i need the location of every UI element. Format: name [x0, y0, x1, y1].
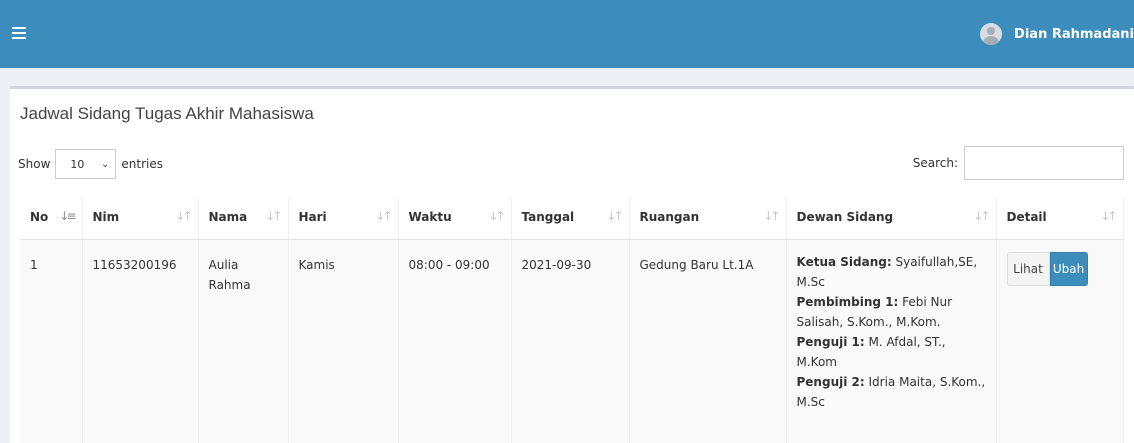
cell-nama: Aulia Rahma	[198, 239, 289, 443]
search-label: Search:	[912, 156, 958, 170]
top-navbar: Dian Rahmadani	[0, 0, 1134, 68]
user-name: Dian Rahmadani	[1014, 26, 1134, 42]
entries-value: 10	[70, 157, 85, 171]
sort-icon: ↓↑	[763, 209, 780, 223]
dewan-entry: Pembimbing 1: Febi Nur Salisah, S.Kom., …	[796, 294, 953, 329]
sort-icon: ↓↑	[1100, 209, 1117, 223]
column-header-waktu[interactable]: Waktu ↓↑	[398, 197, 512, 240]
column-header-dewan-sidang[interactable]: Dewan Sidang ↓↑	[786, 197, 997, 240]
entries-label: entries	[121, 157, 163, 171]
length-control: Show 10 ⌄ entries	[18, 149, 163, 179]
hamburger-icon[interactable]	[12, 27, 26, 39]
dewan-entry: Penguji 2: Idria Maita, S.Kom., M.Sc	[796, 374, 986, 409]
dewan-entry: Penguji 1: M. Afdal, ST., M.Kom	[796, 334, 946, 369]
column-header-hari[interactable]: Hari ↓↑	[288, 197, 399, 240]
column-header-detail[interactable]: Detail ↓↑	[996, 197, 1124, 240]
table-header-row: No ↓≡ Nim ↓↑ Nama ↓↑ Hari ↓↑ Waktu ↓↑ Tanggal…	[20, 197, 1124, 240]
sort-icon: ↓↑	[973, 209, 990, 223]
sort-icon: ↓↑	[265, 209, 282, 223]
ubah-button[interactable]: Ubah	[1049, 251, 1088, 286]
cell-ruangan: Gedung Baru Lt.1A	[629, 239, 787, 443]
cell-waktu: 08:00 - 09:00	[398, 239, 512, 443]
action-buttons: Lihat Ubah	[1006, 251, 1113, 286]
column-header-nim[interactable]: Nim ↓↑	[82, 197, 199, 240]
cell-detail: Lihat Ubah	[996, 239, 1124, 443]
search-control: Search:	[913, 146, 1124, 180]
user-menu[interactable]: Dian Rahmadani	[980, 0, 1134, 68]
cell-tanggal: 2021-09-30	[511, 239, 630, 443]
table-row: 1 11653200196 Aulia Rahma Kamis 08:00 - …	[20, 239, 1124, 443]
dewan-entry: Ketua Sidang: Syaifullah,SE, M.Sc	[796, 254, 978, 289]
cell-nim: 11653200196	[82, 239, 199, 443]
avatar	[980, 23, 1003, 45]
cell-dewan-sidang: Ketua Sidang: Syaifullah,SE, M.Sc Pembim…	[786, 239, 997, 443]
chevron-down-icon: ⌄	[101, 158, 110, 170]
sort-icon: ↓↑	[175, 209, 192, 223]
column-header-no[interactable]: No ↓≡	[20, 197, 83, 240]
cell-hari: Kamis	[288, 239, 399, 443]
column-header-nama[interactable]: Nama ↓↑	[198, 197, 289, 240]
cell-no: 1	[20, 239, 83, 443]
lihat-button[interactable]: Lihat	[1006, 251, 1050, 286]
entries-select[interactable]: 10 ⌄	[55, 149, 117, 179]
column-header-tanggal[interactable]: Tanggal ↓↑	[511, 197, 630, 240]
sort-asc-icon: ↓≡	[59, 209, 76, 223]
sort-icon: ↓↑	[488, 209, 505, 223]
sort-icon: ↓↑	[375, 209, 392, 223]
show-label: Show	[18, 157, 51, 171]
column-header-ruangan[interactable]: Ruangan ↓↑	[629, 197, 787, 240]
schedule-table: No ↓≡ Nim ↓↑ Nama ↓↑ Hari ↓↑ Waktu ↓↑ Tanggal…	[20, 197, 1124, 443]
search-input[interactable]	[964, 146, 1124, 180]
sort-icon: ↓↑	[606, 209, 623, 223]
schedule-box: Jadwal Sidang Tugas Akhir Mahasiswa Show…	[10, 86, 1134, 443]
box-title: Jadwal Sidang Tugas Akhir Mahasiswa	[20, 104, 314, 123]
